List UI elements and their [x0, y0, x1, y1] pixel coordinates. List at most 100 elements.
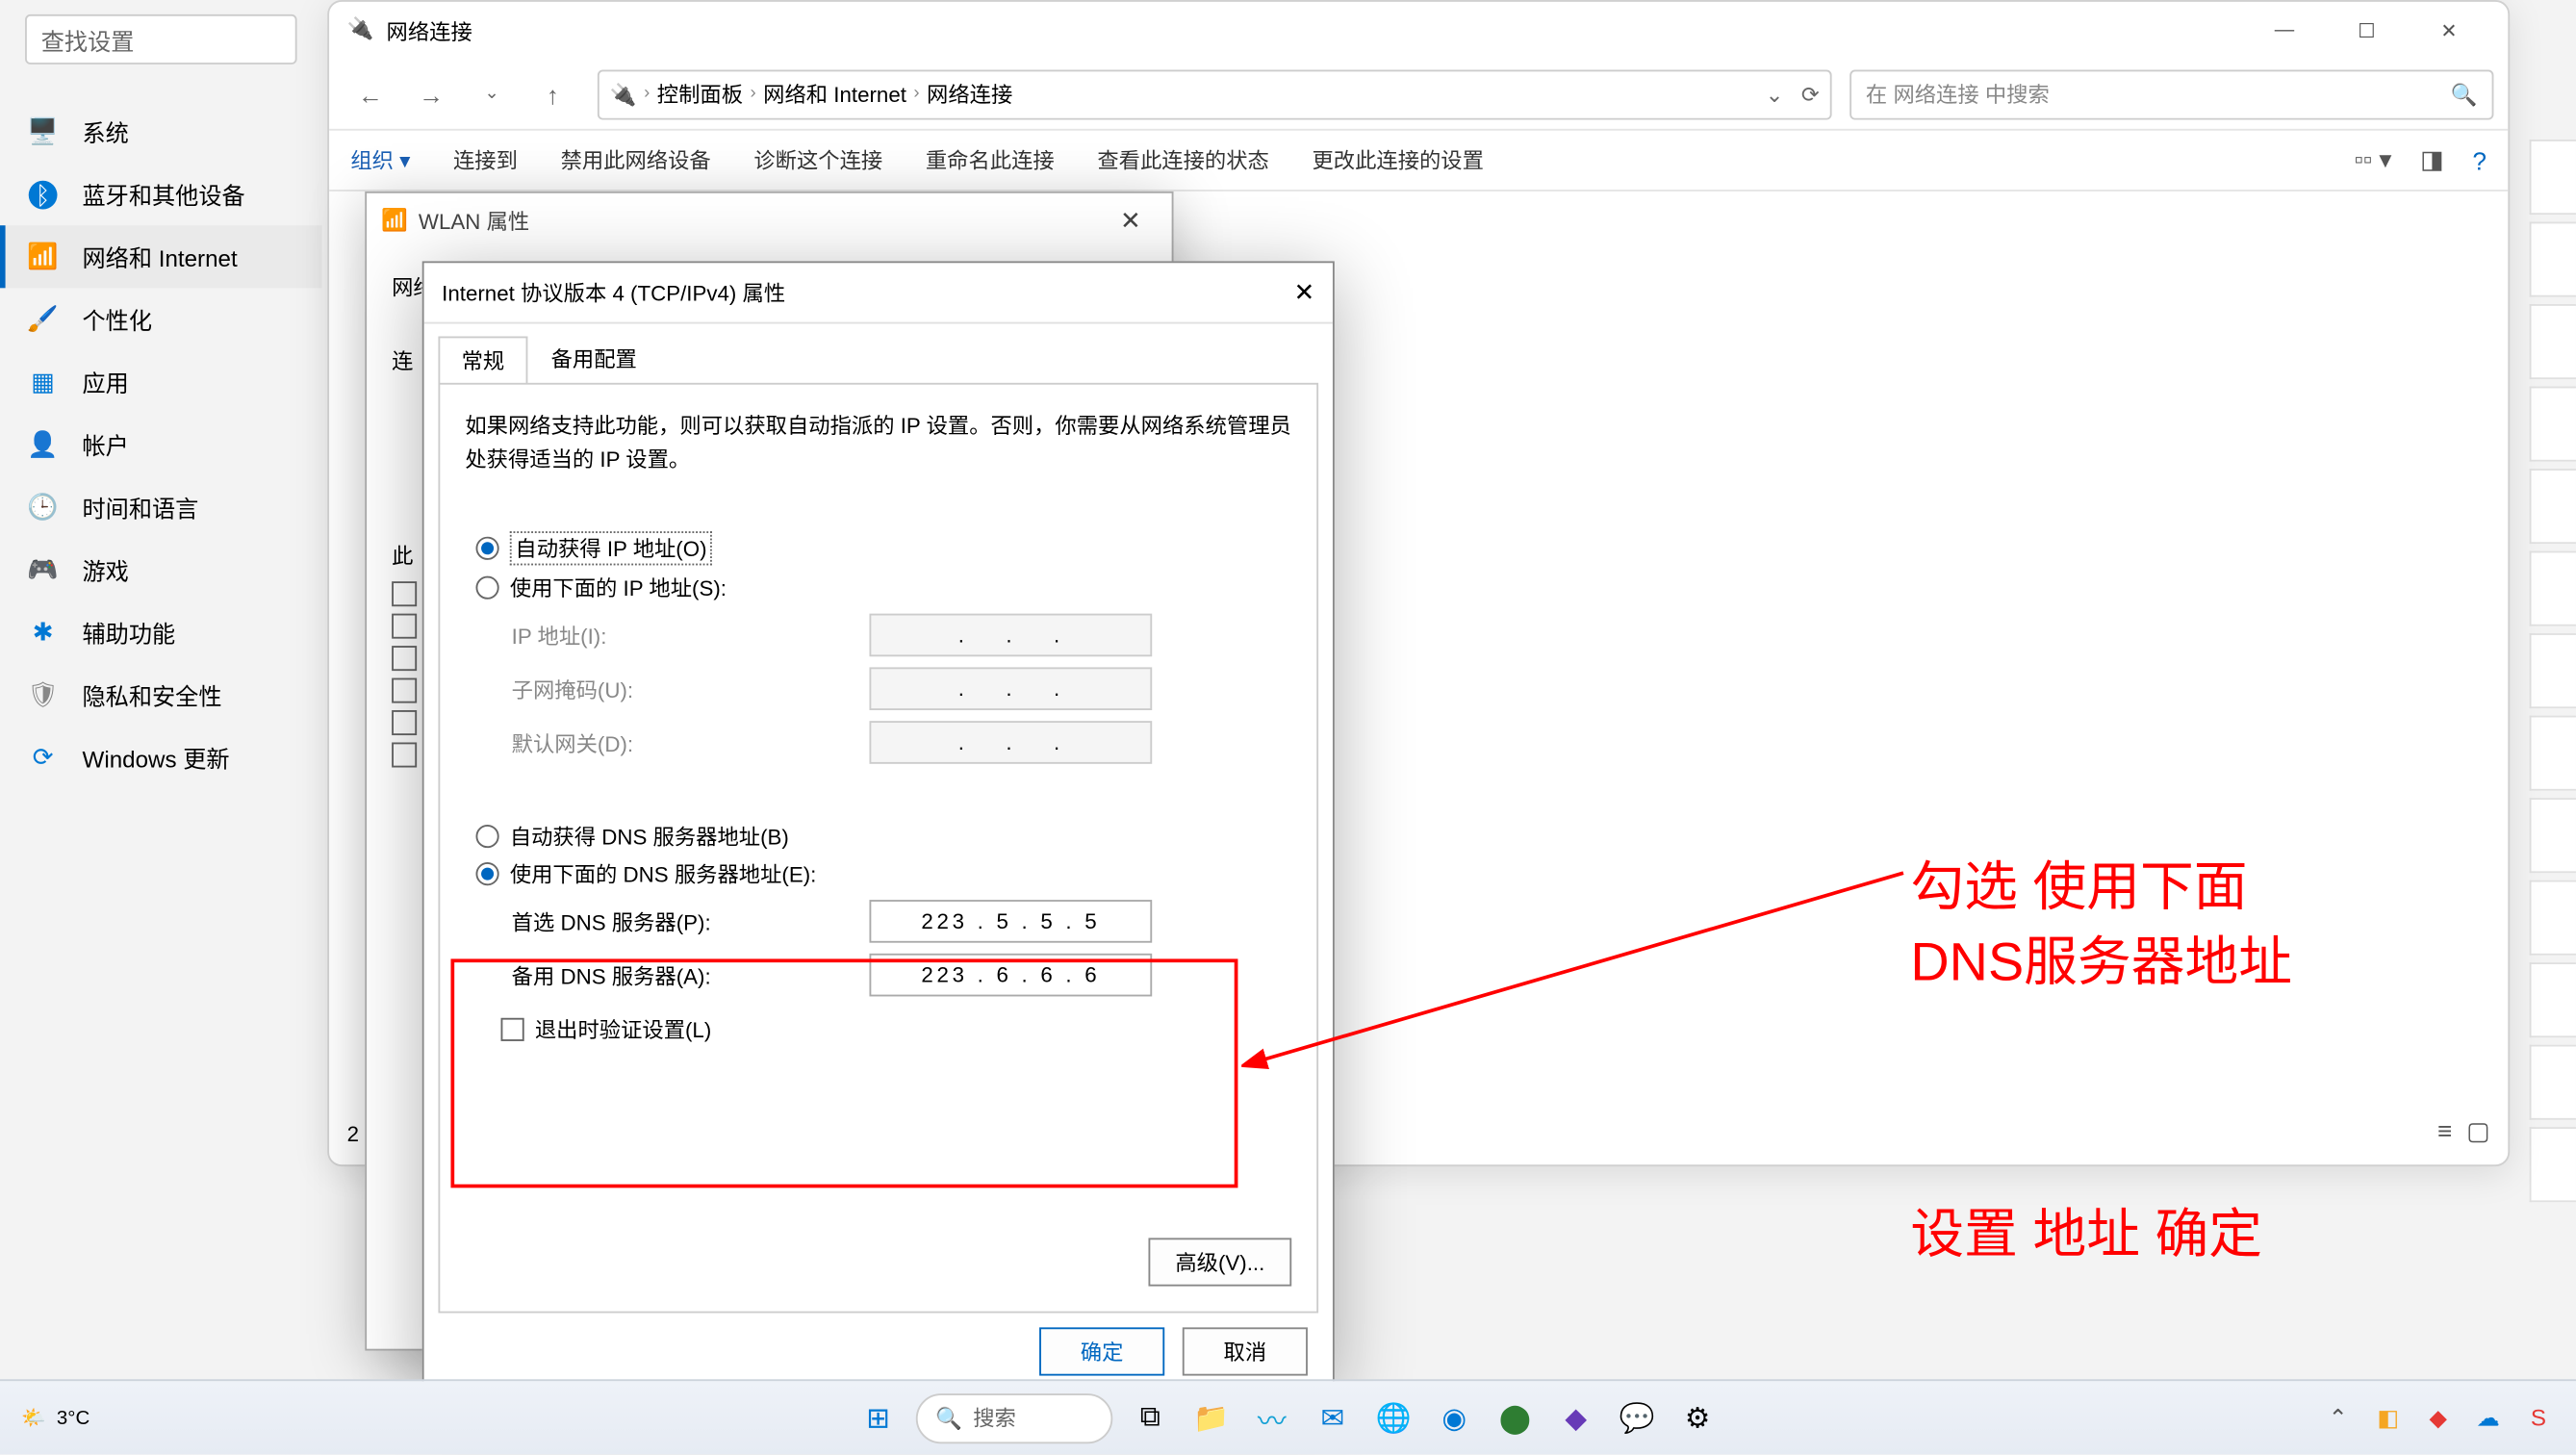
details-view-icon[interactable]: ≡ [2437, 1116, 2452, 1147]
sidebar-item-games[interactable]: 🎮游戏 [0, 539, 322, 601]
nav-forward[interactable]: → [404, 67, 458, 121]
toolbar-disable[interactable]: 禁用此网络设备 [561, 145, 711, 176]
sidebar-item-privacy[interactable]: 🛡隐私和安全性 [0, 664, 322, 727]
toolbar-organize[interactable]: 组织 ▾ [350, 145, 410, 176]
preview-pane-icon[interactable]: ◨ [2420, 145, 2444, 176]
chevron-down-icon[interactable]: ⌄ [1766, 82, 1784, 107]
radio-manual-ip[interactable]: 使用下面的 IP 地址(S): [475, 574, 1291, 604]
ipv4-properties-dialog: Internet 协议版本 4 (TCP/IPv4) 属性 ✕ 常规 备用配置 … [422, 261, 1335, 1391]
app-icon[interactable]: ◆ [1553, 1394, 1599, 1441]
onedrive-icon[interactable]: ☁ [2472, 1403, 2504, 1432]
radio-auto-dns[interactable]: 自动获得 DNS 服务器地址(B) [475, 822, 1291, 853]
sidebar-item-bluetooth[interactable]: ᛒ蓝牙和其他设备 [0, 163, 322, 225]
close-button[interactable]: ✕ [1294, 277, 1315, 308]
explorer-search-input[interactable]: 在 网络连接 中搜索 🔍 [1849, 69, 2493, 119]
search-icon: 🔍 [935, 1405, 962, 1430]
breadcrumb[interactable]: 🔌 › 控制面板 › 网络和 Internet › 网络连接 ⌄⟳ [598, 69, 1832, 119]
breadcrumb-item[interactable]: 网络连接 [927, 79, 1012, 110]
search-placeholder: 查找设置 [41, 22, 135, 56]
user-icon: 👤 [29, 430, 58, 459]
maximize-button[interactable]: ☐ [2326, 2, 2409, 59]
ipv4-description: 如果网络支持此功能，则可以获取自动指派的 IP 设置。否则，你需要从网络系统管理… [465, 410, 1291, 478]
chevron-up-icon[interactable]: ⌃ [2322, 1403, 2354, 1432]
sidebar-item-system[interactable]: 🖥️系统 [0, 100, 322, 163]
close-button[interactable]: ✕ [1104, 205, 1158, 236]
sidebar-item-personalize[interactable]: 🖌️个性化 [0, 288, 322, 350]
explorer-toolbar: 组织 ▾ 连接到 禁用此网络设备 诊断这个连接 重命名此连接 查看此连接的状态 … [329, 131, 2508, 191]
wechat-icon[interactable]: 💬 [1614, 1394, 1660, 1441]
refresh-icon[interactable]: ⟳ [1801, 82, 1820, 107]
sidebar-item-label: Windows 更新 [83, 741, 230, 775]
nav-back[interactable]: ← [344, 67, 397, 121]
sidebar-item-label: 系统 [83, 115, 129, 148]
explorer-titlebar[interactable]: 🔌 网络连接 — ☐ ✕ [329, 2, 2508, 59]
dns1-input[interactable]: 223 . 5 . 5 . 5 [869, 901, 1152, 944]
chrome-icon[interactable]: 🌐 [1370, 1394, 1416, 1441]
toolbar-rename[interactable]: 重命名此连接 [926, 145, 1055, 176]
nav-up[interactable]: ↑ [526, 67, 580, 121]
close-button[interactable]: ✕ [2408, 2, 2490, 59]
tray-icon[interactable]: ◆ [2422, 1403, 2454, 1432]
radio-manual-dns[interactable]: 使用下面的 DNS 服务器地址(E): [475, 859, 1291, 890]
dns2-input[interactable]: 223 . 6 . 6 . 6 [869, 955, 1152, 998]
network-connections-icon: 🔌 [610, 82, 637, 107]
sidebar-item-label: 网络和 Internet [83, 240, 238, 273]
minimize-button[interactable]: — [2243, 2, 2326, 59]
tab-alternate[interactable]: 备用配置 [527, 335, 660, 383]
item-count: 2 [347, 1122, 359, 1147]
toolbar-status[interactable]: 查看此连接的状态 [1097, 145, 1268, 176]
mask-input: . . . [869, 668, 1152, 711]
nav-recent[interactable]: ⌄ [465, 67, 519, 121]
taskbar-search[interactable]: 🔍搜索 [916, 1392, 1112, 1442]
accessibility-icon: ✱ [29, 618, 58, 647]
task-view-icon[interactable]: ⧉ [1127, 1394, 1173, 1441]
help-icon[interactable]: ? [2473, 146, 2487, 175]
mail-icon[interactable]: ✉ [1310, 1394, 1356, 1441]
ok-button[interactable]: 确定 [1039, 1327, 1164, 1375]
apps-icon: ▦ [29, 368, 58, 396]
checkbox [392, 710, 417, 735]
sidebar-item-apps[interactable]: ▦应用 [0, 350, 322, 413]
taskbar: 🌤️ 3°C ⊞ 🔍搜索 ⧉ 📁 〰 ✉ 🌐 ◉ ⬤ ◆ 💬 ⚙ ⌃ ◧ ◆ ☁… [0, 1379, 2576, 1454]
app-icon[interactable]: 〰 [1249, 1394, 1295, 1441]
brush-icon: 🖌️ [29, 305, 58, 334]
breadcrumb-item[interactable]: 网络和 Internet [763, 79, 906, 110]
gateway-label: 默认网关(D): [512, 728, 870, 758]
ip-label: IP 地址(I): [512, 621, 870, 651]
background-window-edges [2530, 140, 2576, 1391]
taskbar-weather[interactable]: 🌤️ 3°C [0, 1406, 89, 1429]
toolbar-connect[interactable]: 连接到 [453, 145, 518, 176]
sidebar-item-network[interactable]: 📶 网络和 Internet [0, 225, 322, 288]
view-options-icon[interactable]: ▫▫ ▾ [2355, 145, 2392, 176]
ipv4-titlebar[interactable]: Internet 协议版本 4 (TCP/IPv4) 属性 ✕ [424, 263, 1333, 323]
gateway-input: . . . [869, 722, 1152, 765]
settings-search-input[interactable]: 查找设置 [25, 14, 297, 64]
sidebar-item-accounts[interactable]: 👤帐户 [0, 413, 322, 475]
wlan-titlebar[interactable]: 📶 WLAN 属性 ✕ [367, 193, 1172, 247]
breadcrumb-item[interactable]: 控制面板 [657, 79, 743, 110]
edge-icon[interactable]: ◉ [1431, 1394, 1477, 1441]
sidebar-item-update[interactable]: ⟳Windows 更新 [0, 727, 322, 789]
checkbox-validate[interactable]: 退出时验证设置(L) [501, 1015, 1292, 1046]
radio-label: 自动获得 DNS 服务器地址(B) [510, 822, 789, 853]
tray-icon[interactable]: ◧ [2372, 1403, 2404, 1432]
sidebar-item-time[interactable]: 🕒时间和语言 [0, 475, 322, 538]
tab-general[interactable]: 常规 [438, 336, 527, 384]
wlan-title: WLAN 属性 [419, 205, 529, 236]
toolbar-diagnose[interactable]: 诊断这个连接 [753, 145, 882, 176]
sidebar-item-accessibility[interactable]: ✱辅助功能 [0, 601, 322, 664]
ime-icon[interactable]: S [2522, 1404, 2554, 1431]
radio-label: 自动获得 IP 地址(O) [510, 532, 712, 566]
app-icon[interactable]: ⬤ [1492, 1394, 1538, 1441]
cancel-button[interactable]: 取消 [1183, 1327, 1308, 1375]
large-icons-view-icon[interactable]: ▢ [2466, 1116, 2490, 1147]
start-button[interactable]: ⊞ [855, 1394, 902, 1441]
toolbar-change[interactable]: 更改此连接的设置 [1312, 145, 1483, 176]
weather-icon: 🌤️ [21, 1406, 45, 1429]
radio-icon [475, 863, 498, 886]
advanced-button[interactable]: 高级(V)... [1148, 1238, 1291, 1286]
radio-auto-ip[interactable]: 自动获得 IP 地址(O) [475, 532, 1291, 566]
explorer-icon[interactable]: 📁 [1187, 1394, 1234, 1441]
wifi-icon: 📶 [29, 242, 58, 271]
settings-icon[interactable]: ⚙ [1674, 1394, 1721, 1441]
